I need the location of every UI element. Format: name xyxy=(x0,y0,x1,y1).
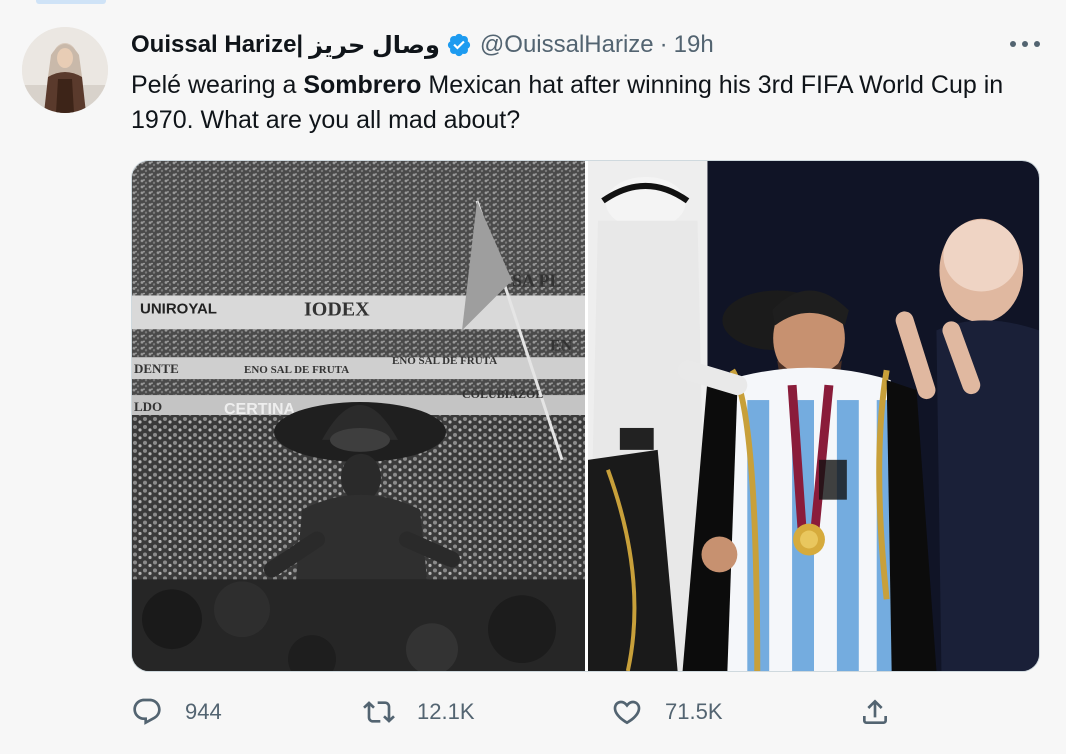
sign-sa-pl: SA PL xyxy=(512,271,562,291)
separator-dot: · xyxy=(659,31,668,58)
retweet-icon xyxy=(363,701,395,723)
messi-photo xyxy=(588,161,1039,671)
share-button[interactable] xyxy=(859,696,913,728)
sign-eno-1: ENO SAL DE FRUTA xyxy=(244,364,349,376)
tweet-media[interactable]: UNIROYAL IODEX SA PL DENTE ENO SAL DE FR… xyxy=(131,160,1040,672)
tweet-timestamp[interactable]: 19h xyxy=(674,31,714,59)
like-button[interactable]: 71.5K xyxy=(611,696,723,728)
media-photo-messi[interactable] xyxy=(588,161,1039,671)
more-icon[interactable] xyxy=(1010,34,1040,54)
retweet-count: 12.1K xyxy=(417,699,475,724)
like-count: 71.5K xyxy=(665,699,723,724)
sign-eno-2: ENO SAL DE FRUTA xyxy=(392,355,497,367)
sign-iodex: IODEX xyxy=(304,298,370,320)
sign-ldo: LDO xyxy=(134,399,162,414)
tweet-actions: 944 12.1K 71.5K xyxy=(131,696,911,734)
sign-colubiazol: COLUBIAZOL xyxy=(462,387,543,401)
retweet-button[interactable]: 12.1K xyxy=(363,696,475,728)
reply-icon xyxy=(133,698,161,725)
reply-button[interactable]: 944 xyxy=(131,696,222,728)
sign-uniroyal: UNIROYAL xyxy=(140,300,217,317)
author-row: Ouissal Harize| وصال حريز @OuissalHarize… xyxy=(131,28,714,62)
media-photo-pele[interactable]: UNIROYAL IODEX SA PL DENTE ENO SAL DE FR… xyxy=(132,161,585,671)
author-handle[interactable]: @OuissalHarize xyxy=(480,31,654,59)
verified-badge-icon xyxy=(447,33,471,57)
avatar[interactable] xyxy=(22,27,108,113)
sign-en: EN xyxy=(550,337,573,354)
tweet-text-bold: Sombrero xyxy=(303,71,422,99)
reply-count: 944 xyxy=(185,699,222,724)
tweet-text: Pelé wearing a Sombrero Mexican hat afte… xyxy=(131,68,1031,138)
sign-dente: DENTE xyxy=(134,361,179,376)
like-icon xyxy=(613,700,641,725)
sign-certina: CERTINA xyxy=(224,401,296,418)
tweet-text-start: Pelé wearing a xyxy=(131,71,304,99)
share-icon xyxy=(863,699,887,724)
pele-photo: UNIROYAL IODEX SA PL DENTE ENO SAL DE FR… xyxy=(132,161,585,671)
author-display-name-arabic[interactable]: وصال حريز xyxy=(309,31,440,60)
top-strip xyxy=(36,0,106,4)
avatar-photo xyxy=(22,27,108,113)
author-display-name[interactable]: Ouissal Harize| xyxy=(131,31,303,59)
